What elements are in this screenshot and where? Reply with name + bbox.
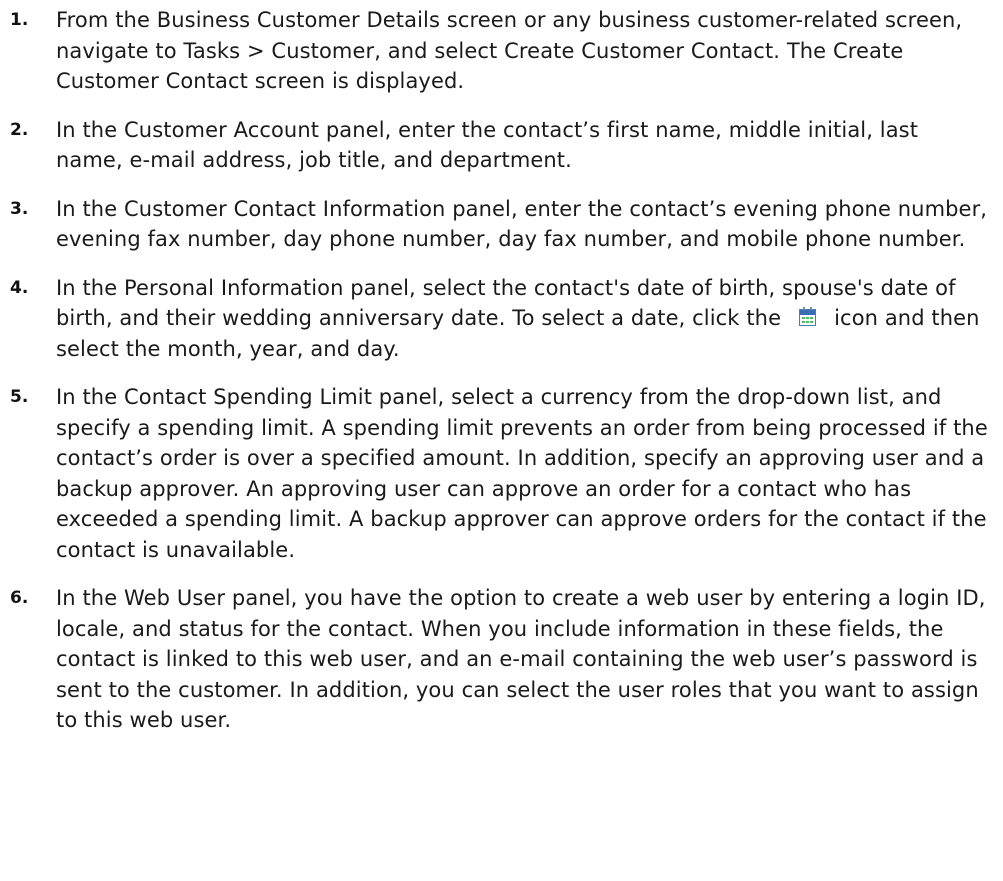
step-6: 6. In the Web User panel, you have the o… <box>0 583 1003 736</box>
step-5: 5. In the Contact Spending Limit panel, … <box>0 382 1003 565</box>
step-4: 4. In the Personal Information panel, se… <box>0 273 1003 365</box>
step-2: 2. In the Customer Account panel, enter … <box>0 115 1003 176</box>
step-number: 3. <box>10 198 29 219</box>
step-text: From the Business Customer Details scree… <box>56 8 963 93</box>
step-number: 5. <box>10 387 29 407</box>
step-number: 2. <box>10 119 29 140</box>
step-number: 4. <box>10 277 29 298</box>
step-1: 1. From the Business Customer Details sc… <box>0 5 1003 97</box>
step-text: In the Web User panel, you have the opti… <box>56 586 986 732</box>
procedure-steps: 1. From the Business Customer Details sc… <box>0 5 1003 754</box>
step-number: 6. <box>10 588 29 608</box>
step-text: In the Contact Spending Limit panel, sel… <box>56 385 988 562</box>
step-text: In the Customer Contact Information pane… <box>56 196 988 252</box>
step-3: 3. In the Customer Contact Information p… <box>0 194 1003 255</box>
step-number: 1. <box>10 10 29 30</box>
step-text-before-icon: In the Personal Information panel, selec… <box>56 275 956 331</box>
step-text: In the Customer Account panel, enter the… <box>56 117 919 173</box>
calendar-icon <box>799 307 817 326</box>
